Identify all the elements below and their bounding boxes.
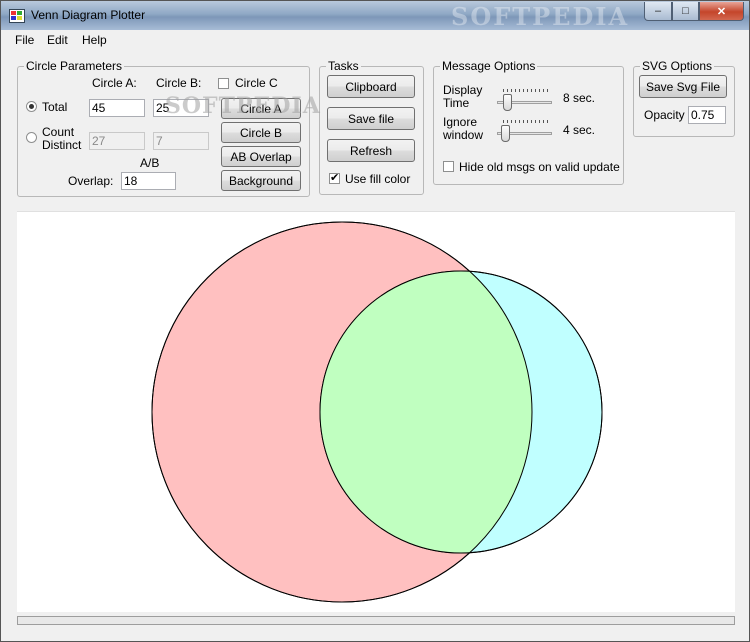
close-icon: ✕ xyxy=(716,5,727,18)
menu-help[interactable]: Help xyxy=(82,33,107,47)
background-color-button[interactable]: Background xyxy=(221,170,301,191)
count-distinct-label-line2: Distinct xyxy=(42,138,82,152)
clipboard-button[interactable]: Clipboard xyxy=(327,75,415,98)
menu-file[interactable]: File xyxy=(15,33,34,47)
menu-bar: File Edit Help xyxy=(1,30,749,50)
display-time-label-line1: Display xyxy=(443,83,483,97)
tasks-legend: Tasks xyxy=(328,59,359,73)
use-fill-color-checkbox[interactable]: ✔ xyxy=(329,173,340,184)
circle-b-header: Circle B: xyxy=(156,76,202,90)
ignore-window-label-line1: Ignore xyxy=(443,115,478,129)
circle-a-header: Circle A: xyxy=(92,76,137,90)
menu-edit[interactable]: Edit xyxy=(47,33,68,47)
display-time-ticks xyxy=(503,89,549,92)
count-distinct-label-line1: Count xyxy=(42,125,75,139)
use-fill-color-label: Use fill color xyxy=(345,172,411,186)
svg-options-group: SVG Options xyxy=(633,59,735,137)
checkmark-icon: ✔ xyxy=(330,172,340,184)
hide-old-msgs-label: Hide old msgs on valid update xyxy=(459,160,620,174)
distinct-b-input xyxy=(153,132,209,150)
svg-options-legend: SVG Options xyxy=(642,59,713,73)
total-label: Total xyxy=(42,100,68,114)
count-distinct-radio[interactable] xyxy=(26,132,37,143)
opacity-input[interactable] xyxy=(688,106,726,124)
ignore-window-slider-thumb[interactable] xyxy=(501,125,511,142)
save-svg-file-button[interactable]: Save Svg File xyxy=(639,75,727,98)
venn-diagram-svg xyxy=(151,221,603,603)
circle-c-checkbox[interactable] xyxy=(218,78,229,89)
horizontal-scrollbar[interactable] xyxy=(17,616,735,625)
circle-c-label: Circle C xyxy=(235,76,278,90)
minimize-button[interactable]: – xyxy=(644,2,672,21)
overlap-label: Overlap: xyxy=(68,174,114,188)
close-button[interactable]: ✕ xyxy=(699,2,744,21)
maximize-button[interactable]: □ xyxy=(672,2,699,21)
window-title: Venn Diagram Plotter xyxy=(31,8,146,22)
message-options-legend: Message Options xyxy=(442,59,536,73)
circle-b-color-button[interactable]: Circle B xyxy=(221,122,301,143)
display-time-value: 8 sec. xyxy=(563,91,596,105)
total-radio[interactable] xyxy=(26,101,37,112)
overlap-input[interactable] xyxy=(121,172,176,190)
total-a-input[interactable] xyxy=(89,99,145,117)
app-venn-icon xyxy=(9,9,25,23)
ab-label: A/B xyxy=(140,156,160,170)
app-window: Venn Diagram Plotter SOFTPEDIA – □ ✕ Fil… xyxy=(0,0,750,642)
opacity-label: Opacity xyxy=(644,108,685,122)
maximize-icon: □ xyxy=(682,5,689,17)
circle-parameters-legend: Circle Parameters xyxy=(26,59,123,73)
ab-overlap-color-button[interactable]: AB Overlap xyxy=(221,146,301,167)
watermark-title: SOFTPEDIA xyxy=(451,2,630,31)
display-time-label-line2: Time xyxy=(443,96,470,110)
save-file-button[interactable]: Save file xyxy=(327,107,415,130)
watermark-overlay: SOFTPEDIA xyxy=(165,93,321,119)
display-time-slider-thumb[interactable] xyxy=(503,94,513,111)
minimize-icon: – xyxy=(654,5,662,17)
ignore-window-ticks xyxy=(503,120,549,123)
refresh-button[interactable]: Refresh xyxy=(327,139,415,162)
venn-canvas[interactable] xyxy=(17,211,735,612)
distinct-a-input xyxy=(89,132,145,150)
hide-old-msgs-checkbox[interactable] xyxy=(443,161,454,172)
ignore-window-value: 4 sec. xyxy=(563,123,596,137)
title-bar[interactable]: Venn Diagram Plotter SOFTPEDIA – □ ✕ xyxy=(1,1,749,31)
ignore-window-label-line2: window xyxy=(443,128,484,142)
